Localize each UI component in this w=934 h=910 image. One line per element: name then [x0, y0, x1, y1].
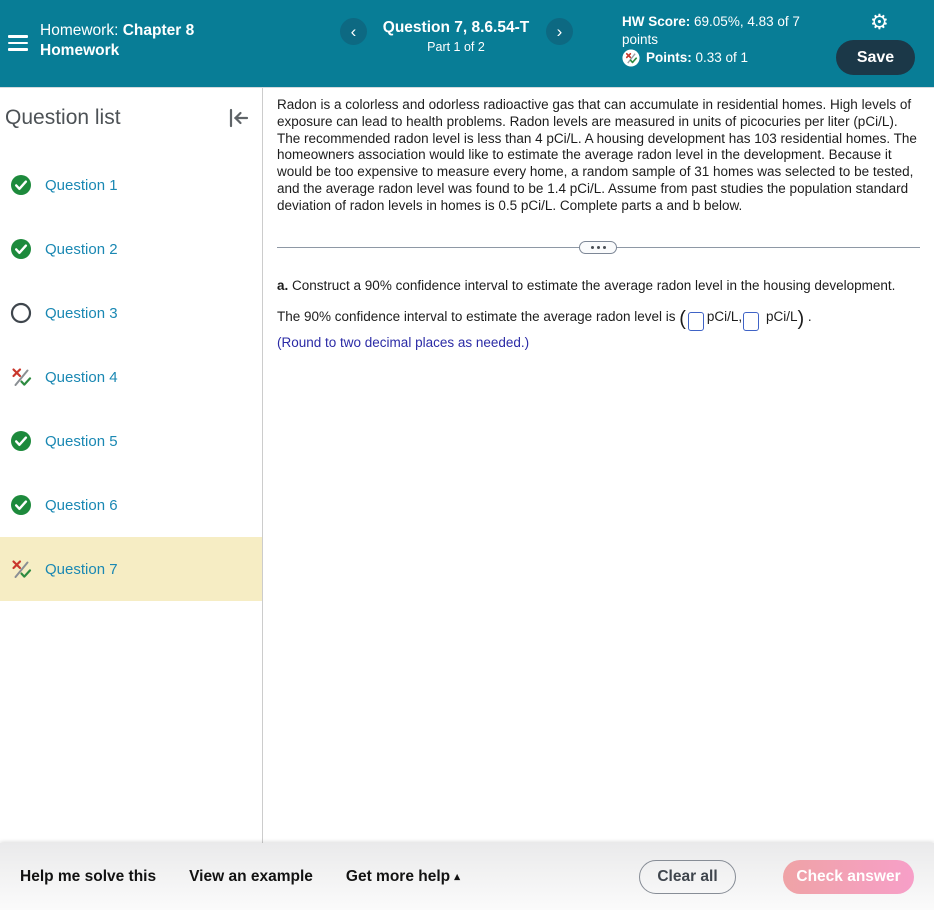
chevron-right-icon: › [556, 22, 563, 41]
sidebar-item-question-1[interactable]: Question 1 [0, 153, 262, 217]
question-link-label: Question 2 [45, 240, 118, 258]
question-link-label: Question 1 [45, 176, 118, 194]
answer-input-upper[interactable] [743, 312, 760, 332]
get-more-help-button[interactable]: Get more help ▴ [346, 868, 460, 886]
next-question-button[interactable]: › [546, 18, 573, 45]
score-block: HW Score: 69.05%, 4.83 of 7 points Point… [622, 13, 830, 67]
sidebar-item-question-2[interactable]: Question 2 [0, 217, 262, 281]
question-list-title: Question list [5, 106, 121, 129]
correct-status-icon [10, 494, 32, 516]
partial-status-icon [10, 366, 32, 388]
sidebar-item-question-5[interactable]: Question 5 [0, 409, 262, 473]
homework-page: Homework: Chapter 8 Homework ‹ Question … [0, 0, 934, 910]
points-value: 0.33 of 1 [695, 50, 749, 66]
menu-hamburger-icon[interactable] [8, 35, 28, 51]
part-a-prompt: a. Construct a 90% confidence interval t… [277, 278, 920, 293]
question-nav-title: Question 7, 8.6.54-T Part 1 of 2 [372, 19, 540, 54]
help-me-solve-this-button[interactable]: Help me solve this [20, 868, 156, 886]
caret-up-icon: ▴ [454, 870, 460, 883]
collapse-panel-button[interactable] [226, 105, 252, 131]
section-divider [277, 240, 920, 255]
hw-score-line: HW Score: 69.05%, 4.83 of 7 points [622, 13, 830, 48]
part-a-text: Construct a 90% confidence interval to e… [288, 277, 896, 293]
question-link-label: Question 7 [45, 560, 118, 578]
rounding-instruction: (Round to two decimal places as needed.) [277, 335, 530, 351]
points-label: Points: [646, 50, 692, 66]
save-button[interactable]: Save [836, 40, 915, 75]
sidebar-item-question-6[interactable]: Question 6 [0, 473, 262, 537]
question-content: Radon is a colorless and odorless radioa… [263, 88, 934, 843]
assignment-type-label: Homework: [40, 22, 119, 39]
question-link-label: Question 6 [45, 496, 118, 514]
sidebar-item-question-7[interactable]: Question 7 [0, 537, 262, 601]
points-line: Points: 0.33 of 1 [622, 49, 830, 67]
settings-gear-icon[interactable]: ⚙ [870, 10, 889, 35]
hw-score-label: HW Score: [622, 14, 691, 29]
answer-input-lower[interactable] [687, 312, 704, 332]
sidebar-item-question-3[interactable]: Question 3 [0, 281, 262, 345]
check-answer-button[interactable]: Check answer [783, 859, 914, 894]
correct-status-icon [10, 238, 32, 260]
question-list: Question 1 Question 2 Question 3 Questio… [0, 153, 262, 601]
correct-status-icon [10, 174, 32, 196]
collapse-arrow-icon [229, 108, 249, 128]
partial-status-icon [10, 558, 32, 580]
unanswered-status-icon [10, 302, 32, 324]
question-part-label: Part 1 of 2 [427, 40, 485, 54]
question-link-label: Question 5 [45, 432, 118, 450]
sentence-period: . [807, 308, 812, 324]
bottom-toolbar: Help me solve this View an example Get m… [0, 843, 934, 910]
sidebar-item-question-4[interactable]: Question 4 [0, 345, 262, 409]
question-link-label: Question 4 [45, 368, 118, 386]
question-title: Question 7, 8.6.54-T [382, 19, 530, 36]
unit-label-first: pCi/L, [706, 308, 743, 324]
clear-all-button[interactable]: Clear all [639, 859, 736, 894]
assignment-title: Homework: Chapter 8 Homework [40, 21, 222, 61]
unit-label-second: pCi/L [765, 308, 798, 324]
question-link-label: Question 3 [45, 304, 118, 322]
problem-statement: Radon is a colorless and odorless radioa… [277, 97, 917, 213]
answer-sentence: The 90% confidence interval to estimate … [277, 308, 680, 324]
question-list-header: Question list [0, 88, 262, 141]
view-an-example-button[interactable]: View an example [189, 868, 313, 886]
answer-line: The 90% confidence interval to estimate … [277, 308, 920, 332]
correct-status-icon [10, 430, 32, 452]
ellipsis-icon [590, 245, 594, 249]
open-paren: ( [679, 307, 686, 330]
app-header: Homework: Chapter 8 Homework ‹ Question … [0, 0, 934, 88]
part-a-label: a. [277, 277, 289, 293]
previous-question-button[interactable]: ‹ [340, 18, 367, 45]
ellipsis-toggle-button[interactable] [579, 240, 617, 254]
question-list-panel: Question list Question 1 Question 2 Ques… [0, 88, 263, 843]
partial-credit-icon [622, 49, 640, 67]
close-paren: ) [797, 307, 805, 330]
chevron-left-icon: ‹ [350, 22, 357, 41]
body-row: Question list Question 1 Question 2 Ques… [0, 88, 934, 843]
